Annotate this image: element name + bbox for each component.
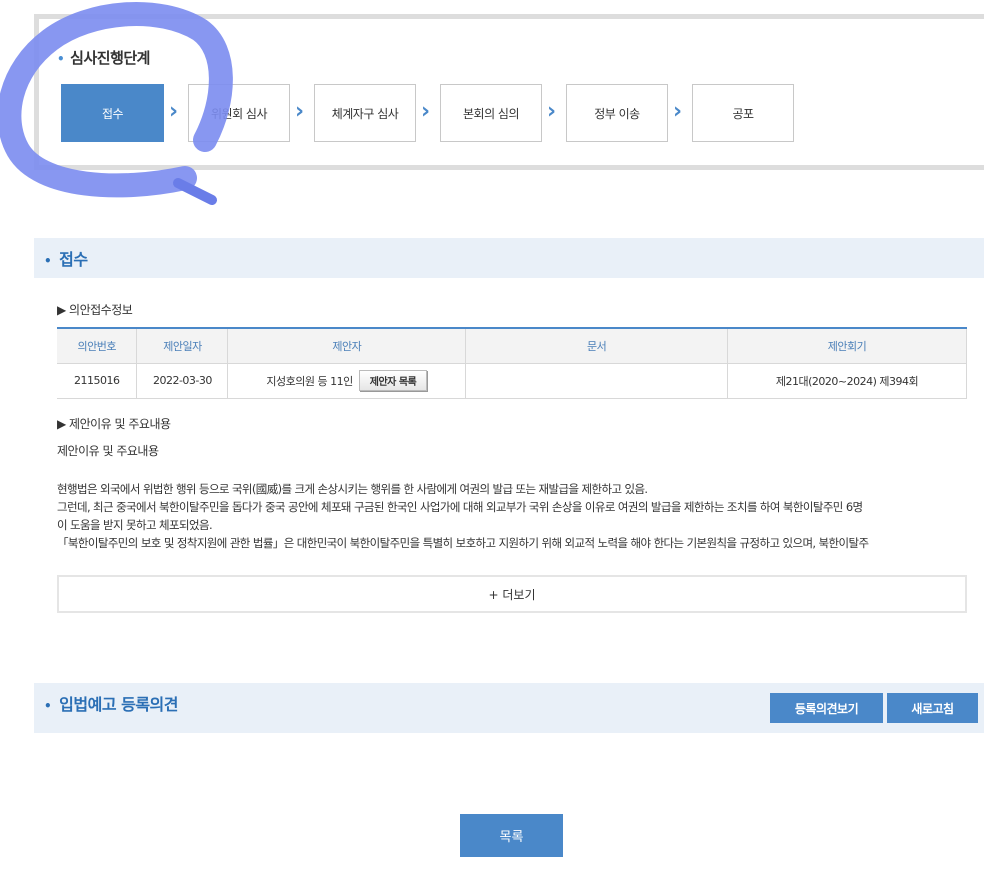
proposer-text: 지성호의원 등 11인 <box>266 375 353 388</box>
stage-progress-box: • 심사진행단계 접수 › 위원회 심사 › 체계자구 심사 › 본회의 심의 ›… <box>34 14 984 170</box>
cell-bill-no: 2115016 <box>57 362 138 399</box>
view-opinions-button[interactable]: 등록의견보기 <box>770 693 883 723</box>
cell-document <box>465 362 729 399</box>
step-received[interactable]: 접수 <box>61 84 164 142</box>
header-date: 제안일자 <box>136 327 229 364</box>
step-government-transfer[interactable]: 정부 이송 <box>566 84 668 142</box>
reception-section-header: • 접수 <box>34 238 984 278</box>
step-legal-review[interactable]: 체계자구 심사 <box>314 84 416 142</box>
chevron-right-icon: › <box>673 99 683 124</box>
step-plenary[interactable]: 본회의 심의 <box>440 84 542 142</box>
reason-label: ▶ 제안이유 및 주요내용 <box>57 417 171 431</box>
cell-proposer: 지성호의원 등 11인 제안자 목록 <box>227 362 467 399</box>
table-header-row: 의안번호 제안일자 제안자 문서 제안회기 <box>57 327 967 364</box>
bill-info-table: 의안번호 제안일자 제안자 문서 제안회기 2115016 2022-03-30… <box>57 327 967 399</box>
bullet-icon: • <box>44 699 52 713</box>
chevron-right-icon: › <box>295 99 305 124</box>
bullet-icon: • <box>44 254 52 268</box>
list-button[interactable]: 목록 <box>460 814 563 857</box>
bullet-icon: • <box>57 52 65 66</box>
reason-line: 「북한이탈주민의 보호 및 정착지원에 관한 법률」은 대한민국이 북한이탈주민… <box>57 536 869 550</box>
chevron-right-icon: › <box>169 99 179 124</box>
step-promulgation[interactable]: 공포 <box>692 84 794 142</box>
reason-line: 현행법은 외국에서 위법한 행위 등으로 국위(國威)를 크게 손상시키는 행위… <box>57 482 648 496</box>
reason-title: 제안이유 및 주요내용 <box>57 444 159 458</box>
reason-line: 이 도움을 받지 못하고 체포되었음. <box>57 518 213 532</box>
chevron-right-icon: › <box>421 99 431 124</box>
proposer-list-button[interactable]: 제안자 목록 <box>358 370 428 391</box>
header-proposer: 제안자 <box>227 327 467 364</box>
reason-line: 그런데, 최근 중국에서 북한이탈주민을 돕다가 중국 공안에 체포돼 구금된 … <box>57 500 863 514</box>
reception-title: 접수 <box>59 250 88 269</box>
table-row: 2115016 2022-03-30 지성호의원 등 11인 제안자 목록 제2… <box>57 362 967 399</box>
chevron-right-icon: › <box>547 99 557 124</box>
header-bill-no: 의안번호 <box>57 327 138 364</box>
show-more-button[interactable]: + 더보기 <box>57 575 967 613</box>
bill-info-label: ▶ 의안접수정보 <box>57 303 133 317</box>
header-session: 제안회기 <box>727 327 967 364</box>
refresh-button[interactable]: 새로고침 <box>887 693 978 723</box>
reason-content: 현행법은 외국에서 위법한 행위 등으로 국위(國威)를 크게 손상시키는 행위… <box>57 480 969 552</box>
cell-date: 2022-03-30 <box>136 362 229 399</box>
stage-title: • 심사진행단계 <box>57 49 150 67</box>
cell-session: 제21대(2020~2024) 제394회 <box>727 362 967 399</box>
header-document: 문서 <box>465 327 729 364</box>
step-committee-review[interactable]: 위원회 심사 <box>188 84 290 142</box>
opinion-title: 입법예고 등록의견 <box>59 695 179 714</box>
